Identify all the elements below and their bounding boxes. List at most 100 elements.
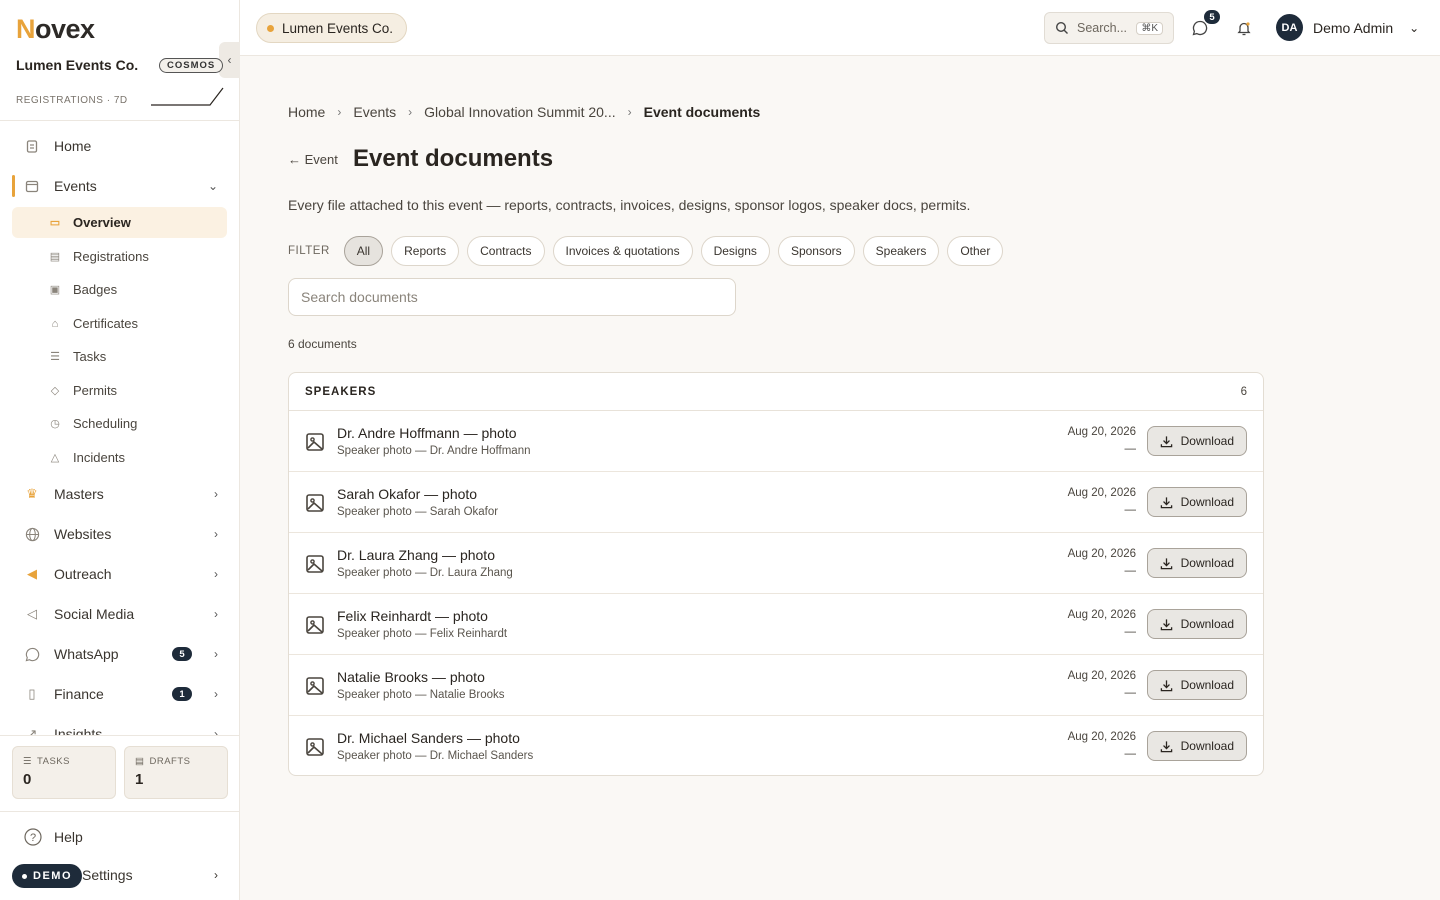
download-button[interactable]: Download bbox=[1146, 609, 1247, 639]
help-label: Help bbox=[54, 829, 83, 845]
user-name: Demo Admin bbox=[1313, 19, 1394, 36]
sidebar-item-events[interactable]: Events ⌄ bbox=[12, 169, 228, 203]
download-label: Download bbox=[1180, 739, 1234, 753]
notifications-button[interactable] bbox=[1232, 16, 1256, 40]
document-size: — bbox=[1124, 504, 1137, 516]
document-title[interactable]: Dr. Andre Hoffmann — photo bbox=[337, 425, 517, 441]
document-subtitle: Speaker photo — Dr. Andre Hoffmann bbox=[337, 445, 531, 457]
document-title[interactable]: Felix Reinhardt — photo bbox=[337, 608, 488, 624]
image-file-icon bbox=[306, 494, 324, 512]
sidebar-subitem-tasks[interactable]: ☰ Tasks bbox=[12, 341, 227, 372]
document-title[interactable]: Sarah Okafor — photo bbox=[337, 486, 477, 502]
download-button[interactable]: Download bbox=[1146, 548, 1247, 578]
help-link[interactable]: ? Help bbox=[24, 828, 83, 846]
collapse-sidebar-button[interactable]: ‹ bbox=[219, 42, 240, 78]
sidebar-item-masters[interactable]: ♛ Masters › bbox=[12, 477, 228, 511]
status-dot-icon bbox=[22, 873, 27, 879]
filter-label: FILTER bbox=[288, 245, 330, 257]
document-subtitle: Speaker photo — Natalie Brooks bbox=[337, 689, 505, 701]
sidebar-item-label: Insights bbox=[54, 726, 103, 735]
sidebar-item-home[interactable]: Home bbox=[12, 129, 228, 163]
table-row[interactable]: Felix Reinhardt — photo Speaker photo — F… bbox=[289, 594, 1263, 655]
document-date: Aug 20, 2026 bbox=[1067, 426, 1136, 438]
sidebar-subitem-label: Registrations bbox=[73, 249, 149, 264]
drafts-stat-card[interactable]: ▤ DRAFTS 1 bbox=[124, 746, 228, 799]
filter-reports[interactable]: Reports bbox=[391, 236, 460, 266]
breadcrumb-event[interactable]: Global Innovation Summit 20... bbox=[424, 104, 615, 120]
registrations-label: REGISTRATIONS · 7D bbox=[16, 95, 128, 106]
document-date: Aug 20, 2026 bbox=[1067, 731, 1136, 743]
id-card-icon: ▣ bbox=[49, 284, 61, 296]
sidebar-subitem-badges[interactable]: ▣ Badges bbox=[12, 274, 227, 305]
table-row[interactable]: Dr. Laura Zhang — photo Speaker photo — D… bbox=[289, 533, 1263, 594]
sidebar-subitem-overview[interactable]: ▭ Overview bbox=[12, 207, 227, 238]
tasks-stat-card[interactable]: ☰ TASKS 0 bbox=[12, 746, 116, 799]
sidebar-item-label: Websites bbox=[54, 526, 112, 542]
filter-other[interactable]: Other bbox=[947, 236, 1004, 266]
download-label: Download bbox=[1180, 434, 1234, 448]
novex-logo[interactable]: Novex bbox=[16, 14, 95, 45]
document-date: Aug 20, 2026 bbox=[1067, 670, 1136, 682]
back-to-event-link[interactable]: ← Event bbox=[288, 152, 338, 167]
chevron-right-icon: › bbox=[408, 105, 413, 119]
filter-invoices[interactable]: Invoices & quotations bbox=[552, 236, 693, 266]
download-label: Download bbox=[1180, 495, 1234, 509]
download-icon bbox=[1160, 618, 1172, 630]
registrations-sparkline bbox=[151, 87, 224, 106]
topbar: Lumen Events Co. Search... ⌘K 5 DA Demo … bbox=[240, 0, 1440, 56]
breadcrumb-home[interactable]: Home bbox=[288, 104, 325, 120]
download-button[interactable]: Download bbox=[1146, 426, 1247, 456]
document-title[interactable]: Dr. Laura Zhang — photo bbox=[337, 547, 495, 563]
breadcrumb-events[interactable]: Events bbox=[353, 104, 396, 120]
download-icon bbox=[1160, 496, 1172, 508]
graduation-cap-icon: ⌂ bbox=[51, 317, 59, 330]
document-title[interactable]: Dr. Michael Sanders — photo bbox=[337, 730, 520, 746]
sidebar-subitem-scheduling[interactable]: ◷ Scheduling bbox=[12, 408, 227, 439]
table-row[interactable]: Dr. Michael Sanders — photo Speaker photo… bbox=[289, 716, 1263, 775]
document-size: — bbox=[1124, 565, 1137, 577]
filter-contracts[interactable]: Contracts bbox=[467, 236, 545, 266]
whatsapp-button[interactable]: 5 bbox=[1188, 10, 1220, 40]
calendar-clock-icon: ◷ bbox=[50, 418, 60, 430]
keyboard-shortcut: ⌘K bbox=[1136, 21, 1163, 35]
download-button[interactable]: Download bbox=[1146, 731, 1247, 761]
sidebar-item-social-media[interactable]: ◁ Social Media › bbox=[12, 597, 228, 631]
demo-mode-badge[interactable]: DEMO bbox=[12, 864, 82, 888]
sidebar-item-finance[interactable]: ▯ Finance 1 › bbox=[12, 677, 228, 711]
filter-all[interactable]: All bbox=[343, 236, 384, 266]
chevron-right-icon: › bbox=[214, 727, 218, 735]
sidebar-subitem-incidents[interactable]: △ Incidents bbox=[12, 442, 227, 473]
filter-speakers[interactable]: Speakers bbox=[862, 236, 940, 266]
sidebar-subitem-permits[interactable]: ◇ Permits bbox=[12, 375, 227, 406]
sidebar-item-label: Masters bbox=[54, 486, 104, 502]
chevron-right-icon: › bbox=[337, 105, 342, 119]
document-date: Aug 20, 2026 bbox=[1067, 548, 1136, 560]
demo-label: DEMO bbox=[33, 870, 72, 882]
download-icon bbox=[1160, 435, 1172, 447]
download-button[interactable]: Download bbox=[1146, 487, 1247, 517]
table-row[interactable]: Dr. Andre Hoffmann — photo Speaker photo … bbox=[289, 411, 1263, 472]
sidebar-item-whatsapp[interactable]: WhatsApp 5 › bbox=[12, 637, 228, 671]
globe-icon bbox=[24, 526, 40, 542]
filter-sponsors[interactable]: Sponsors bbox=[777, 236, 855, 266]
calendar-icon bbox=[24, 178, 40, 194]
sidebar-item-outreach[interactable]: ◀ Outreach › bbox=[12, 557, 228, 591]
global-search-button[interactable]: Search... ⌘K bbox=[1044, 12, 1174, 44]
sidebar-subitem-registrations[interactable]: ▤ Registrations bbox=[12, 241, 227, 272]
org-chip-label: Lumen Events Co. bbox=[282, 20, 394, 36]
page-title: Event documents bbox=[353, 145, 554, 172]
sidebar-subitem-label: Permits bbox=[73, 383, 118, 398]
sidebar-item-insights[interactable]: ↗ Insights › bbox=[12, 717, 228, 735]
user-menu[interactable]: DA Demo Admin ⌄ bbox=[1276, 14, 1419, 41]
table-row[interactable]: Sarah Okafor — photo Speaker photo — Sara… bbox=[289, 472, 1263, 533]
document-title[interactable]: Natalie Brooks — photo bbox=[337, 669, 485, 685]
document-subtitle: Speaker photo — Sarah Okafor bbox=[337, 506, 499, 518]
sidebar-item-websites[interactable]: Websites › bbox=[12, 517, 228, 551]
plan-badge: COSMOS bbox=[159, 58, 224, 73]
download-button[interactable]: Download bbox=[1146, 670, 1247, 700]
filter-designs[interactable]: Designs bbox=[700, 236, 770, 266]
search-documents-input[interactable] bbox=[288, 278, 736, 316]
org-switcher[interactable]: Lumen Events Co. bbox=[256, 13, 408, 43]
sidebar-subitem-certificates[interactable]: ⌂ Certificates bbox=[12, 308, 227, 339]
table-row[interactable]: Natalie Brooks — photo Speaker photo — Na… bbox=[289, 655, 1263, 716]
